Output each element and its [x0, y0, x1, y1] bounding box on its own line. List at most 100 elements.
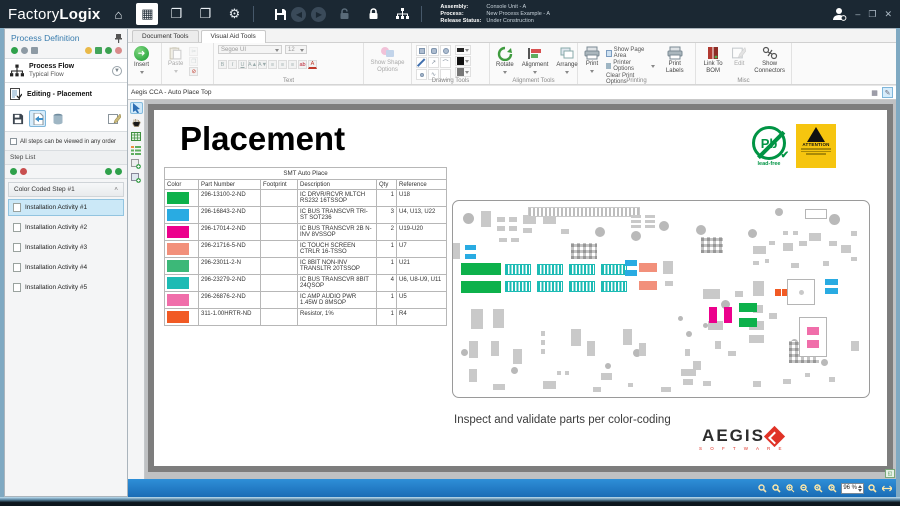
process-editor-icon[interactable]: ▦	[136, 3, 158, 25]
zoom-prev-icon[interactable]	[813, 483, 824, 494]
rectangle-tool[interactable]	[416, 45, 427, 56]
line-tool[interactable]	[416, 57, 427, 68]
flow-tree-icon[interactable]	[391, 3, 413, 25]
page[interactable]: Placement Pb lead-free ATTENTION SMT Aut…	[154, 110, 887, 466]
favorite-icon[interactable]	[75, 47, 82, 54]
move-down-icon[interactable]	[115, 168, 122, 175]
table-tool[interactable]	[130, 130, 143, 142]
go-icon[interactable]	[105, 47, 112, 54]
add-table-tool[interactable]	[130, 158, 143, 170]
zoom-step-down[interactable]	[858, 489, 862, 492]
unlock-icon[interactable]	[333, 3, 355, 25]
bold-button[interactable]: B	[218, 60, 227, 69]
settings-gear-icon[interactable]: ⚙	[223, 3, 245, 25]
line-width-button[interactable]	[455, 45, 471, 55]
fit-width-icon[interactable]	[881, 483, 892, 494]
expand-icon[interactable]: ▼	[112, 66, 122, 76]
add-document-button[interactable]	[29, 110, 46, 127]
arrow-tool[interactable]: ↗	[428, 57, 439, 68]
save-step-button[interactable]	[9, 110, 26, 127]
print-flow-icon[interactable]	[31, 47, 38, 54]
font-size-select[interactable]: 12	[285, 45, 307, 54]
activity-item[interactable]: Installation Activity #2	[8, 219, 124, 236]
add-item-tool[interactable]	[130, 172, 143, 184]
align-right-button[interactable]: ≡	[288, 60, 297, 69]
zoom-level-stepper[interactable]: 96 %	[841, 483, 864, 494]
printer-options-button[interactable]: Printer Options	[606, 60, 655, 72]
thumbnail-view-icon[interactable]: ▦	[869, 87, 880, 98]
delete-document-button[interactable]	[49, 110, 66, 127]
document-canvas[interactable]: Placement Pb lead-free ATTENTION SMT Aut…	[145, 100, 896, 479]
paste-button[interactable]: Paste	[166, 45, 185, 74]
activity-item[interactable]: Installation Activity #1	[8, 199, 124, 216]
copy-icon[interactable]: ❐	[189, 57, 198, 66]
zoom-out-icon[interactable]	[799, 483, 810, 494]
tab-document-tools[interactable]: Document Tools	[132, 30, 199, 42]
fill-color-button[interactable]	[455, 67, 471, 77]
redo-icon[interactable]: ▶	[311, 7, 326, 22]
materials-icon[interactable]: ❒	[165, 3, 187, 25]
pan-tool[interactable]	[130, 116, 143, 128]
edit-notes-button[interactable]	[106, 110, 123, 127]
select-tool[interactable]	[130, 102, 143, 114]
flag-icon[interactable]	[95, 47, 102, 54]
add-step-icon[interactable]	[10, 168, 17, 175]
zoom-lock-icon[interactable]	[757, 483, 768, 494]
user-icon[interactable]	[831, 7, 847, 21]
grow-font-button[interactable]: A▲	[248, 60, 257, 69]
home-icon[interactable]: ⌂	[107, 3, 129, 25]
shrink-font-button[interactable]: A▼	[258, 60, 267, 69]
rounded-rect-tool[interactable]	[428, 45, 439, 56]
link-to-bom-button[interactable]: Link To BOM	[700, 45, 726, 75]
list-tool[interactable]	[130, 144, 143, 156]
move-up-icon[interactable]	[105, 168, 112, 175]
insert-button[interactable]: ➜ Insert	[132, 45, 151, 75]
zoom-next-icon[interactable]	[827, 483, 838, 494]
edit-mode-icon[interactable]: ✎	[882, 87, 893, 98]
restore-button[interactable]: ❐	[868, 9, 876, 20]
arc-tool[interactable]: ⌒	[440, 57, 451, 68]
undo-icon[interactable]: ◀	[291, 7, 306, 22]
collapse-icon[interactable]: ˄	[114, 186, 118, 193]
edit-button[interactable]: Edit	[730, 45, 748, 69]
step-group-header[interactable]: Color Coded Step #1 ˄	[8, 182, 124, 197]
font-family-select[interactable]: Segoe UI	[218, 45, 282, 54]
align-left-button[interactable]: ≡	[268, 60, 277, 69]
delete-icon[interactable]: ⊘	[189, 67, 198, 76]
zoom-in-icon[interactable]	[785, 483, 796, 494]
stop-icon[interactable]	[115, 47, 122, 54]
align-center-button[interactable]: ≡	[278, 60, 287, 69]
font-color-button[interactable]: A	[308, 60, 317, 69]
show-connectors-button[interactable]: Show Connectors	[752, 45, 787, 75]
lock-icon[interactable]	[362, 3, 384, 25]
print-button[interactable]: Print	[582, 45, 602, 74]
alignment-button[interactable]: Alignment	[520, 45, 551, 75]
star-icon[interactable]	[85, 47, 92, 54]
activity-item[interactable]: Installation Activity #4	[8, 259, 124, 276]
cut-icon[interactable]: ✂	[189, 47, 198, 56]
windows-icon[interactable]: ❐	[194, 3, 216, 25]
add-icon[interactable]	[11, 47, 18, 54]
any-order-checkbox[interactable]	[10, 138, 17, 145]
zoom-window-icon[interactable]	[867, 483, 878, 494]
tab-visual-aid-tools[interactable]: Visual Aid Tools	[201, 30, 266, 43]
remove-step-icon[interactable]	[20, 168, 27, 175]
pin-icon[interactable]	[115, 34, 122, 43]
fit-page-button[interactable]: ◱	[885, 469, 895, 478]
rotate-button[interactable]: Rotate	[494, 45, 516, 75]
show-page-area-button[interactable]: Show Page Area	[606, 47, 655, 59]
arrange-button[interactable]: Arrange	[554, 45, 579, 75]
zoom-select-icon[interactable]	[771, 483, 782, 494]
process-flow-card[interactable]: Process Flow Typical Flow ▼	[5, 59, 127, 83]
activity-item[interactable]: Installation Activity #3	[8, 239, 124, 256]
save-icon[interactable]	[269, 3, 291, 25]
close-button[interactable]: ✕	[884, 9, 892, 20]
italic-button[interactable]: I	[228, 60, 237, 69]
activity-item[interactable]: Installation Activity #5	[8, 279, 124, 296]
underline-button[interactable]: U	[238, 60, 247, 69]
hand-tool-icon[interactable]	[21, 47, 28, 54]
zoom-step-up[interactable]	[858, 485, 862, 488]
ellipse-tool[interactable]	[440, 45, 451, 56]
line-color-button[interactable]	[455, 56, 471, 66]
minimize-button[interactable]: –	[855, 9, 860, 19]
